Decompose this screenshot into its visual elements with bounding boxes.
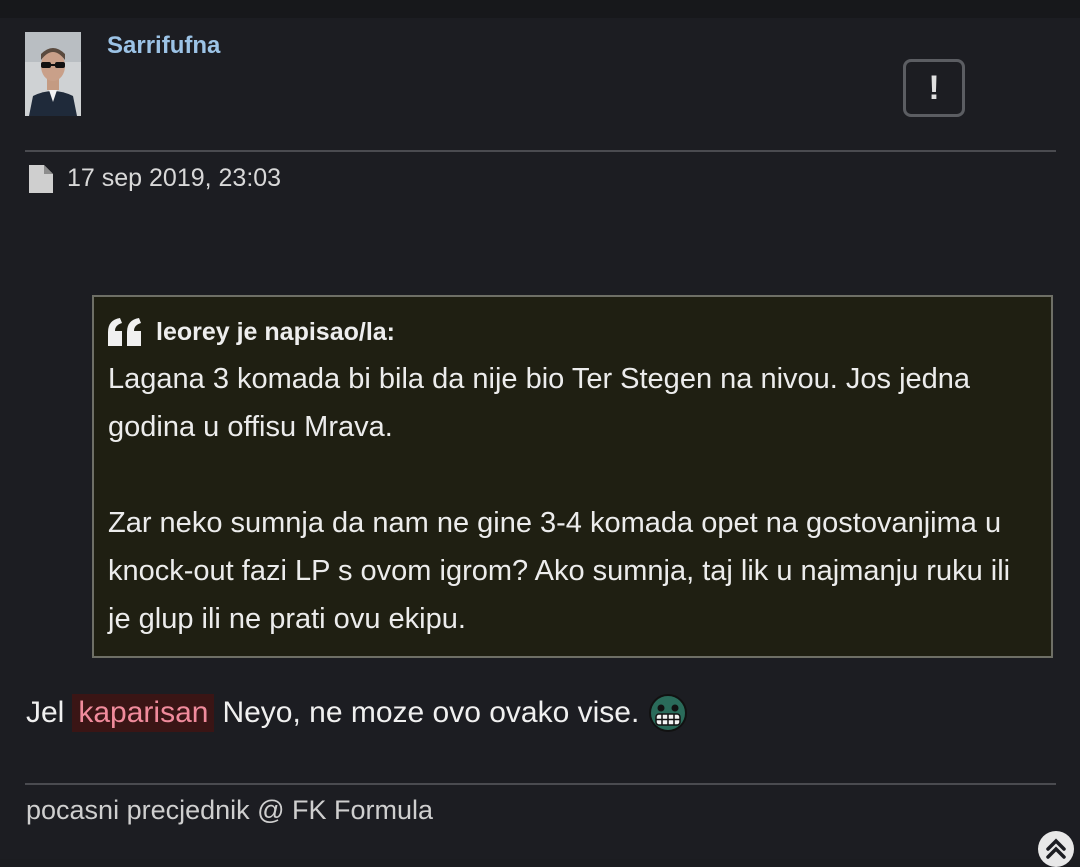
user-mention[interactable]: kaparisan xyxy=(72,694,215,732)
avatar[interactable] xyxy=(25,32,81,116)
post-message: Jel kaparisan Neyo, ne moze ovo ovako vi… xyxy=(26,694,688,732)
quote-block: leorey je napisao/la: Lagana 3 komada bi… xyxy=(92,295,1053,658)
top-bar xyxy=(0,0,1080,18)
chevron-up-icon xyxy=(1046,838,1066,859)
quote-icon xyxy=(108,318,141,346)
post-timestamp[interactable]: 17 sep 2019, 23:03 xyxy=(67,164,281,193)
signature-divider xyxy=(25,783,1056,785)
post-container: Sarrifufna ! 17 sep 2019, 23:03 leorey j… xyxy=(0,18,1080,867)
quote-paragraph: Lagana 3 komada bi bila da nije bio Ter … xyxy=(108,363,971,443)
user-signature: pocasni precjednik @ FK Formula xyxy=(26,795,434,825)
document-icon[interactable] xyxy=(29,164,53,193)
avatar-photo xyxy=(25,32,81,116)
quote-paragraph: Zar neko sumnja da nam ne gine 3-4 komad… xyxy=(108,507,1011,635)
message-text-before: Jel xyxy=(26,696,65,729)
grimace-emoji-icon xyxy=(649,694,688,732)
quote-header: leorey je napisao/la: xyxy=(108,315,1037,349)
author-username[interactable]: Sarrifufna xyxy=(107,32,220,60)
message-text-after: Neyo, ne moze ovo ovako vise. xyxy=(222,696,640,729)
quote-body: Lagana 3 komada bi bila da nije bio Ter … xyxy=(108,355,1037,643)
post-meta: 17 sep 2019, 23:03 xyxy=(29,164,281,193)
report-icon: ! xyxy=(928,68,940,107)
header-divider xyxy=(25,150,1056,152)
report-button[interactable]: ! xyxy=(903,59,965,117)
quote-author[interactable]: leorey je napisao/la: xyxy=(156,318,395,347)
scroll-to-top-button[interactable] xyxy=(1038,831,1074,867)
